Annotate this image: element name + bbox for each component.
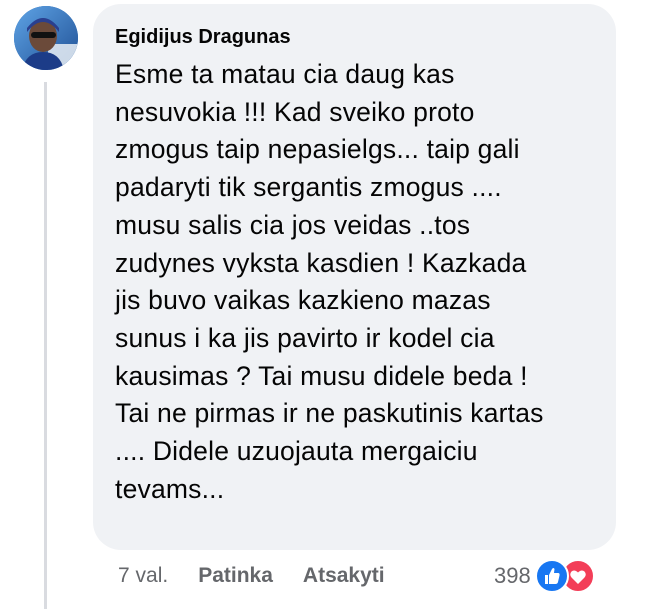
comment-author[interactable]: Egidijus Dragunas: [115, 24, 592, 50]
reply-button[interactable]: Atsakyti: [303, 564, 385, 588]
comment-bubble: Egidijus Dragunas Esme ta matau cia daug…: [93, 4, 616, 550]
avatar-photo: [14, 6, 78, 70]
comment-timestamp[interactable]: 7 val.: [118, 564, 168, 588]
reactions-summary[interactable]: 398: [494, 559, 595, 593]
avatar[interactable]: [14, 6, 78, 70]
like-button[interactable]: Patinka: [198, 564, 273, 588]
comment-text: Esme ta matau cia daug kas nesuvokia !!!…: [115, 59, 544, 504]
thread-line: [44, 82, 47, 609]
reaction-count: 398: [494, 563, 531, 588]
like-icon: [534, 559, 569, 593]
comment-actions: 7 val. Patinka Atsakyti: [118, 560, 385, 592]
